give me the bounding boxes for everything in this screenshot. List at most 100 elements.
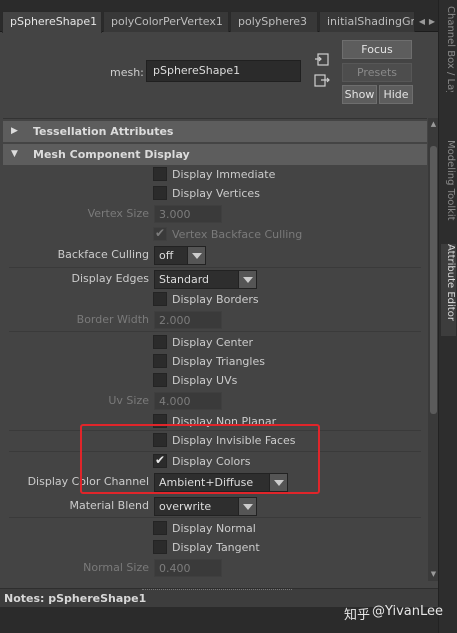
display-immediate-checkbox[interactable] — [153, 167, 167, 181]
divider — [9, 331, 421, 332]
dropdown-arrow-icon — [238, 498, 256, 515]
row-backface-culling: Backface Culling off — [3, 246, 427, 265]
display-non-planar-label: Display Non Planar — [172, 415, 277, 428]
display-triangles-checkbox[interactable] — [153, 354, 167, 368]
section-mesh-component-display[interactable]: ▼ Mesh Component Display — [3, 144, 427, 165]
display-borders-checkbox[interactable] — [153, 292, 167, 306]
divider — [9, 451, 421, 452]
expanded-arrow-icon: ▼ — [11, 149, 18, 159]
display-vertices-label: Display Vertices — [172, 187, 260, 200]
tab-polycolorpervertex1[interactable]: polyColorPerVertex1 — [103, 11, 229, 32]
normal-size-label: Normal Size — [83, 561, 149, 574]
go-to-output-icon[interactable] — [314, 74, 330, 88]
row-display-tangent: Display Tangent — [3, 539, 427, 558]
row-material-blend: Material Blend overwrite — [3, 497, 427, 516]
dropdown-value: Ambient+Diffuse — [159, 476, 254, 489]
go-to-input-icon[interactable] — [314, 53, 330, 67]
divider — [9, 430, 421, 431]
checkmark-icon: ✔ — [155, 226, 166, 240]
row-display-center: Display Center — [3, 334, 427, 353]
row-display-edges: Display Edges Standard — [3, 270, 427, 289]
display-immediate-label: Display Immediate — [172, 168, 276, 181]
display-uvs-checkbox[interactable] — [153, 373, 167, 387]
display-vertices-checkbox[interactable] — [153, 186, 167, 200]
row-border-width: Border Width 2.000 — [3, 311, 427, 330]
border-width-field[interactable]: 2.000 — [154, 311, 222, 329]
border-width-label: Border Width — [76, 313, 149, 326]
row-display-uvs: Display UVs — [3, 372, 427, 391]
display-borders-label: Display Borders — [172, 293, 259, 306]
vertex-backface-culling-label: Vertex Backface Culling — [172, 228, 303, 241]
dock-tab-channel-box[interactable]: Channel Box / Layer Editor — [441, 6, 456, 92]
tab-psphereshape1[interactable]: pSphereShape1 — [2, 11, 102, 33]
row-display-triangles: Display Triangles — [3, 353, 427, 372]
tab-bar: pSphereShape1 polyColorPerVertex1 polySp… — [0, 0, 438, 33]
display-edges-label: Display Edges — [71, 272, 149, 285]
row-vertex-size: Vertex Size 3.000 — [3, 205, 427, 224]
normal-size-field[interactable]: 0.400 — [154, 559, 222, 577]
display-color-channel-dropdown[interactable]: Ambient+Diffuse — [154, 473, 288, 492]
row-display-vertices: Display Vertices — [3, 185, 427, 204]
row-display-color-channel: Display Color Channel Ambient+Diffuse — [3, 473, 427, 492]
dropdown-arrow-icon — [269, 474, 287, 491]
display-edges-dropdown[interactable]: Standard — [154, 270, 257, 289]
attribute-panel: ▶ Tessellation Attributes ▼ Mesh Compone… — [3, 118, 427, 588]
display-center-checkbox[interactable] — [153, 335, 167, 349]
focus-button[interactable]: Focus — [342, 40, 412, 59]
mesh-label: mesh: — [110, 66, 144, 79]
tab-polysphere3[interactable]: polySphere3 — [230, 11, 318, 32]
dropdown-value: off — [159, 249, 174, 262]
watermark: @YivanLee — [372, 604, 443, 619]
dropdown-value: Standard — [159, 273, 210, 286]
tab-scroll-right-icon[interactable]: ▶ — [427, 12, 437, 32]
dock-tab-attribute-editor[interactable]: Attribute Editor — [441, 244, 456, 336]
section-tessellation-attributes[interactable]: ▶ Tessellation Attributes — [3, 121, 427, 142]
display-invisible-faces-checkbox[interactable] — [153, 433, 167, 447]
display-invisible-faces-label: Display Invisible Faces — [172, 434, 296, 447]
dropdown-arrow-icon — [187, 247, 205, 264]
divider — [9, 267, 421, 268]
display-tangent-label: Display Tangent — [172, 541, 260, 554]
uv-size-field[interactable]: 4.000 — [154, 392, 222, 410]
row-display-normal: Display Normal — [3, 520, 427, 539]
collapsed-arrow-icon: ▶ — [11, 126, 18, 136]
row-uv-size: Uv Size 4.000 — [3, 392, 427, 411]
hide-button[interactable]: Hide — [379, 85, 413, 104]
material-blend-dropdown[interactable]: overwrite — [154, 497, 257, 516]
backface-culling-dropdown[interactable]: off — [154, 246, 206, 265]
resize-grip[interactable] — [142, 589, 292, 591]
row-display-colors: ✔ Display Colors — [3, 453, 427, 472]
display-center-label: Display Center — [172, 336, 254, 349]
row-normal-size: Normal Size 0.400 — [3, 559, 427, 578]
material-blend-label: Material Blend — [69, 499, 149, 512]
dock-tab-modeling-toolkit[interactable]: Modeling Toolkit — [441, 140, 456, 230]
display-tangent-checkbox[interactable] — [153, 540, 167, 554]
scroll-up-arrow-icon[interactable]: ▲ — [429, 120, 438, 129]
display-non-planar-checkbox[interactable] — [153, 414, 167, 428]
scrollbar-thumb[interactable] — [430, 146, 437, 414]
uv-size-label: Uv Size — [108, 394, 149, 407]
display-uvs-label: Display UVs — [172, 374, 238, 387]
row-display-immediate: Display Immediate — [3, 166, 427, 185]
display-triangles-label: Display Triangles — [172, 355, 265, 368]
vertex-size-field[interactable]: 3.000 — [154, 205, 222, 223]
backface-culling-label: Backface Culling — [57, 248, 149, 261]
show-button[interactable]: Show — [342, 85, 377, 104]
display-colors-checkbox[interactable]: ✔ — [153, 453, 167, 468]
section-title: Mesh Component Display — [33, 148, 190, 161]
mesh-name-field[interactable]: pSphereShape1 — [146, 60, 301, 82]
tab-scroll-left-icon[interactable]: ◀ — [417, 12, 427, 32]
divider — [9, 517, 421, 518]
display-color-channel-label: Display Color Channel — [27, 475, 149, 488]
display-normal-checkbox[interactable] — [153, 521, 167, 535]
notes-label: Notes: pSphereShape1 — [4, 592, 147, 605]
presets-button[interactable]: Presets — [342, 63, 412, 82]
vertex-backface-culling-checkbox[interactable]: ✔ — [153, 226, 167, 241]
tab-initialshadinggroup[interactable]: initialShadingGr — [319, 11, 415, 32]
right-dock: Channel Box / Layer Editor Modeling Tool… — [438, 0, 457, 633]
vertex-size-label: Vertex Size — [87, 207, 149, 220]
row-vertex-backface-culling: ✔ Vertex Backface Culling — [3, 226, 427, 245]
watermark-prefix: 知乎 — [344, 608, 371, 623]
scroll-down-arrow-icon[interactable]: ▼ — [429, 570, 438, 579]
row-display-borders: Display Borders — [3, 291, 427, 310]
